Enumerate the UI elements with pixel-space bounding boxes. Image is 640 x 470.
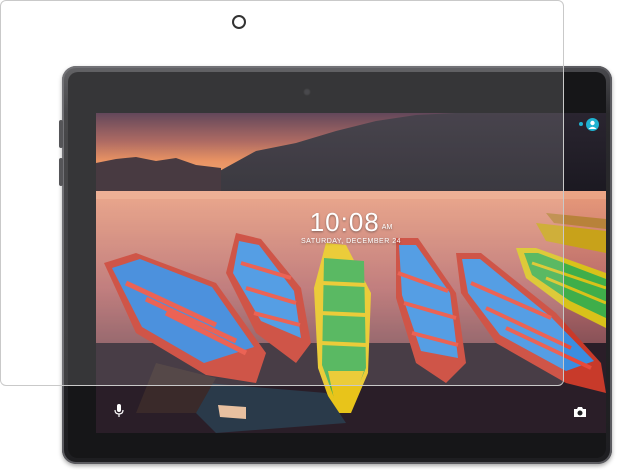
microphone-icon[interactable]: [114, 404, 124, 418]
screen-protector-film: [0, 0, 564, 386]
status-dot-icon: [579, 122, 583, 126]
user-account-icon[interactable]: [586, 118, 599, 131]
camera-cutout-hole: [232, 15, 246, 29]
camera-icon[interactable]: [573, 405, 587, 417]
